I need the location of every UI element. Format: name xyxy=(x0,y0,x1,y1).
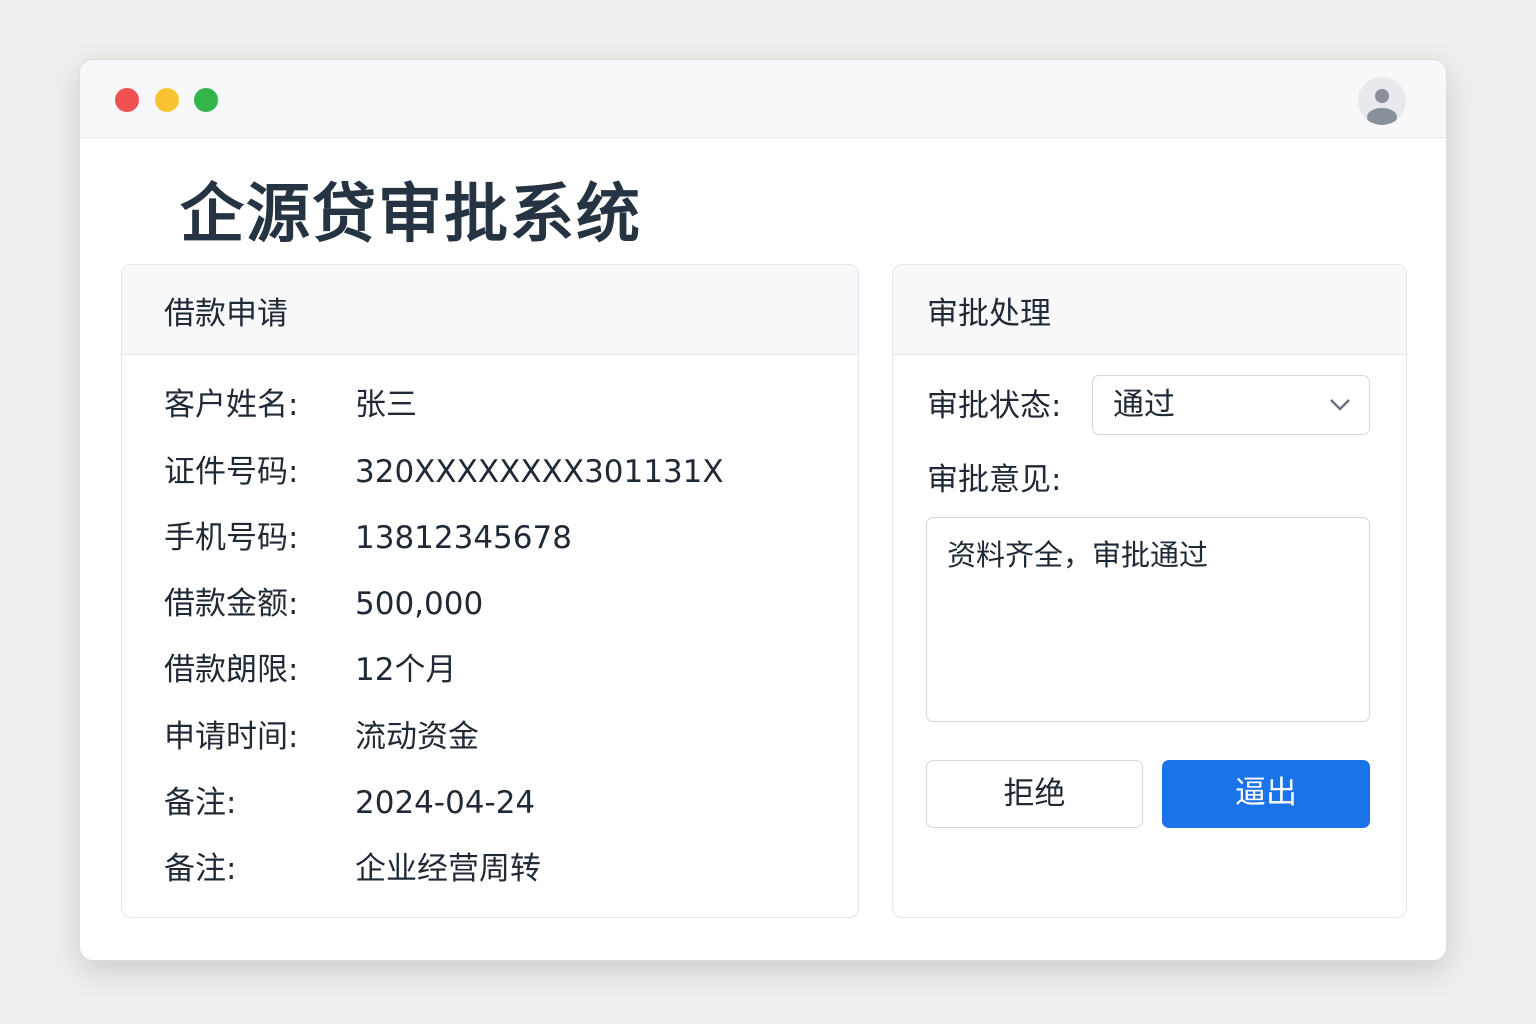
chevron-down-icon xyxy=(1330,399,1350,411)
row-label: 备注: xyxy=(164,851,237,887)
submit-button[interactable]: 逼出 xyxy=(1162,760,1370,828)
status-select[interactable]: 通过 xyxy=(1092,375,1370,435)
row-value: 500,000 xyxy=(355,586,484,622)
row-value: 12个月 xyxy=(355,652,457,688)
info-row: 客户姓名: 张三 xyxy=(164,383,417,427)
app-window: 企源贷审批系统 借款申请 客户姓名: 张三 证件号码: 320XXXXXXXX301… xyxy=(79,59,1447,961)
loan-card-header: 借款申请 xyxy=(122,265,858,355)
user-avatar-icon[interactable] xyxy=(1358,77,1406,125)
row-label: 借款朗限: xyxy=(164,652,299,688)
row-label: 备注: xyxy=(164,785,237,821)
maximize-window-button[interactable] xyxy=(194,88,218,112)
reject-button[interactable]: 拒绝 xyxy=(926,760,1143,828)
row-label: 客户姓名: xyxy=(164,387,299,423)
info-row: 借款朗限: 12个月 xyxy=(164,648,456,692)
row-label: 借款金额: xyxy=(164,586,299,622)
info-row: 备注: 2024-04-24 xyxy=(164,781,535,825)
minimize-window-button[interactable] xyxy=(155,88,179,112)
row-label: 手机号码: xyxy=(164,520,299,556)
row-label: 申请时间: xyxy=(164,719,299,755)
info-row: 备注: 企业经营周转 xyxy=(164,847,541,891)
row-value: 张三 xyxy=(355,387,417,423)
loan-application-card: 借款申请 客户姓名: 张三 证件号码: 320XXXXXXXX301131X 手机号… xyxy=(121,264,859,918)
row-value: 13812345678 xyxy=(355,520,572,556)
page-title: 企源贷审批系统 xyxy=(180,178,642,252)
row-label: 证件号码: xyxy=(164,454,299,490)
title-bar xyxy=(80,60,1446,138)
row-value: 2024-04-24 xyxy=(355,785,536,821)
status-label: 审批状态: xyxy=(927,388,1062,424)
opinion-label: 审批意见: xyxy=(927,462,1062,498)
row-value: 企业经营周转 xyxy=(355,851,541,887)
info-row: 手机号码: 13812345678 xyxy=(164,516,572,560)
row-value: 320XXXXXXXX301131X xyxy=(355,454,724,490)
info-row: 申请时间: 流动资金 xyxy=(164,715,479,759)
opinion-textarea[interactable]: 资料齐全，审批通过 xyxy=(926,517,1370,722)
row-value: 流动资金 xyxy=(355,719,479,755)
close-window-button[interactable] xyxy=(115,88,139,112)
info-row: 证件号码: 320XXXXXXXX301131X xyxy=(164,450,724,494)
approval-card: 审批处理 审批状态: 通过 审批意见: 资料齐全，审批通过 拒绝 逼出 xyxy=(892,264,1407,918)
approval-card-header: 审批处理 xyxy=(893,265,1406,355)
info-row: 借款金额: 500,000 xyxy=(164,582,483,626)
status-select-value: 通过 xyxy=(1113,387,1175,423)
